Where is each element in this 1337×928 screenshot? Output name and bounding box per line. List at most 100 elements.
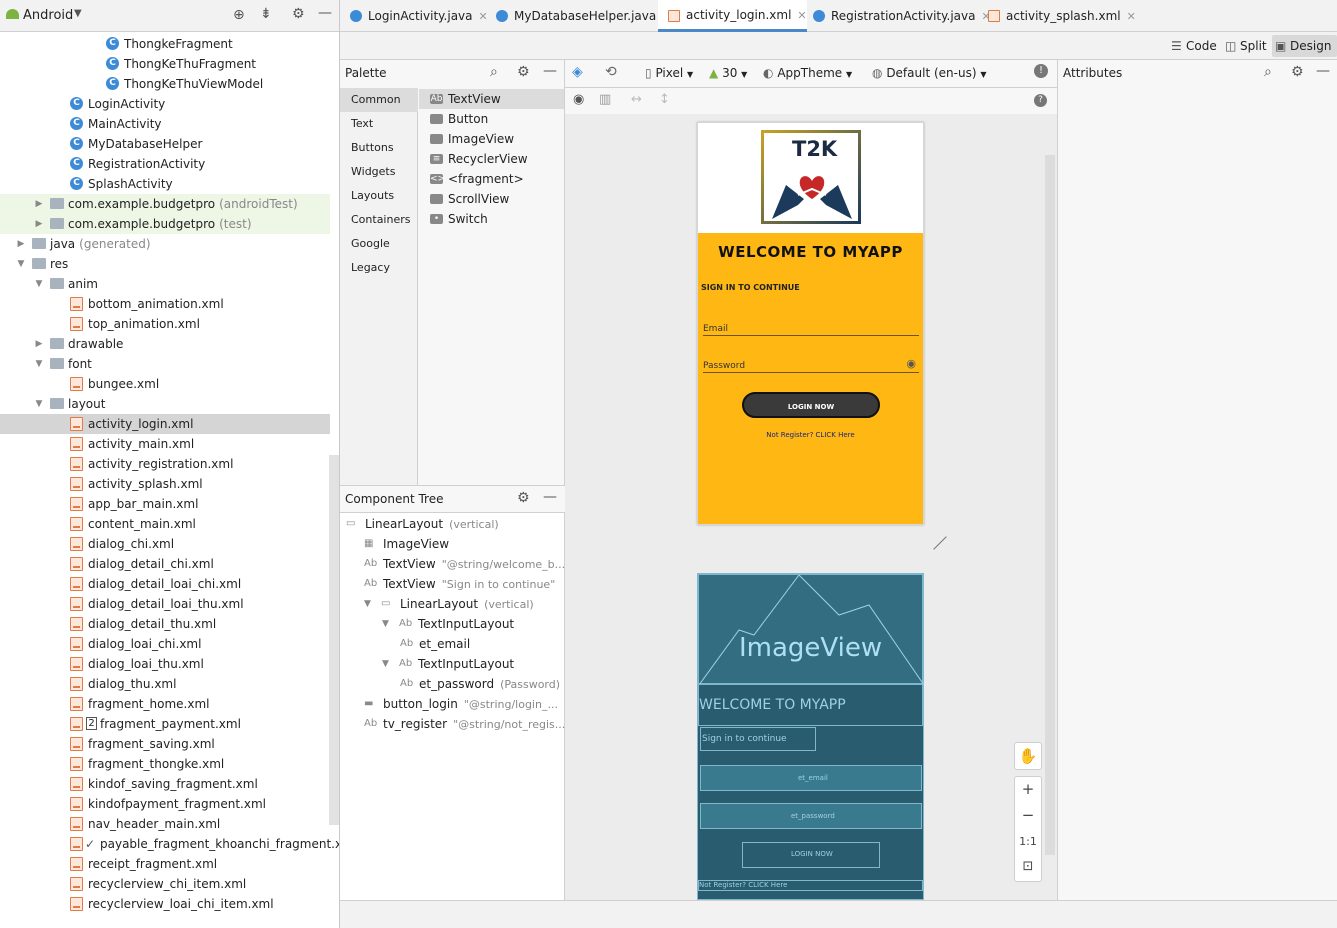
layers-icon[interactable]: ◈	[572, 64, 583, 80]
tree-item[interactable]: kindofpayment_fragment.xml	[0, 794, 330, 814]
email-field[interactable]: Email	[703, 320, 919, 336]
tree-item[interactable]: fragment_thongke.xml	[0, 754, 330, 774]
minimize-icon[interactable]: —	[318, 5, 332, 21]
tree-item[interactable]: bottom_animation.xml	[0, 294, 330, 314]
api-selector[interactable]: ▲ 30 ▼	[709, 66, 747, 80]
fit-screen-icon[interactable]: ⊡	[1015, 859, 1041, 874]
component-row[interactable]: Ab TextView "@string/welcome_b...	[364, 554, 565, 574]
zoom-out-button[interactable]: −	[1015, 806, 1041, 824]
tree-item[interactable]: activity_login.xml	[0, 414, 330, 434]
eye-icon[interactable]: ◉	[906, 357, 916, 370]
tab-3[interactable]: RegistrationActivity.java ✕	[803, 0, 991, 32]
tree-item[interactable]: ▼ layout	[0, 394, 330, 414]
palette-category[interactable]: Text	[340, 112, 418, 136]
tree-item[interactable]: dialog_detail_loai_chi.xml	[0, 574, 330, 594]
palette-item[interactable]: Ab TextView	[419, 89, 564, 109]
tree-item[interactable]: C LoginActivity	[0, 94, 330, 114]
device-selector[interactable]: ▯ Pixel ▼	[645, 66, 693, 80]
component-row[interactable]: ▦ ImageView	[364, 534, 449, 554]
chevron-icon[interactable]: ▶	[34, 214, 44, 234]
vertical-resize-icon[interactable]: ↕	[659, 92, 670, 107]
chevron-icon[interactable]: ▼	[382, 614, 389, 634]
locate-icon[interactable]: ⊕	[233, 7, 245, 23]
palette-category[interactable]: Common	[340, 88, 418, 112]
tree-item[interactable]: ▼ res	[0, 254, 330, 274]
tree-item[interactable]: ▶ drawable	[0, 334, 330, 354]
chevron-icon[interactable]: ▼	[382, 654, 389, 674]
help-icon[interactable]: ?	[1034, 94, 1047, 107]
warning-icon[interactable]: !	[1034, 64, 1048, 78]
tree-item[interactable]: ▼ font	[0, 354, 330, 374]
palette-item[interactable]: Button	[419, 109, 564, 129]
project-scrollbar[interactable]	[329, 455, 339, 825]
tree-item[interactable]: 2 fragment_payment.xml	[0, 714, 330, 734]
tree-item[interactable]: activity_main.xml	[0, 434, 330, 454]
zoom-in-button[interactable]: +	[1015, 780, 1041, 798]
palette-category[interactable]: Widgets	[340, 160, 418, 184]
locale-selector[interactable]: ◍ Default (en-us) ▼	[872, 66, 987, 80]
minimize-icon[interactable]: —	[543, 63, 557, 79]
tree-item[interactable]: fragment_saving.xml	[0, 734, 330, 754]
blueprint-preview[interactable]: ImageView WELCOME TO MYAPP Sign in to co…	[697, 573, 924, 900]
gear-icon[interactable]: ⚙	[1291, 64, 1304, 80]
tree-item[interactable]: C RegistrationActivity	[0, 154, 330, 174]
collapse-icon[interactable]: ⇟	[260, 6, 272, 22]
palette-category[interactable]: Google	[340, 232, 418, 256]
project-view-label[interactable]: Android	[23, 8, 73, 23]
tab-1[interactable]: MyDatabaseHelper.java✕	[486, 0, 671, 32]
gear-icon[interactable]: ⚙	[517, 490, 530, 506]
minimize-icon[interactable]: —	[1316, 63, 1330, 79]
palette-category[interactable]: Legacy	[340, 256, 418, 280]
tree-item[interactable]: fragment_home.xml	[0, 694, 330, 714]
tree-item[interactable]: C ThongKeThuViewModel	[0, 74, 330, 94]
code-mode-button[interactable]: ☰ Code	[1168, 35, 1223, 57]
tree-item[interactable]: C MainActivity	[0, 114, 330, 134]
gear-icon[interactable]: ⚙	[517, 64, 530, 80]
component-row[interactable]: Ab tv_register "@string/not_regis...	[364, 714, 565, 734]
palette-item[interactable]: • Switch	[419, 209, 564, 229]
tree-item[interactable]: C SplashActivity	[0, 174, 330, 194]
password-field[interactable]: Password ◉	[703, 357, 919, 373]
component-row[interactable]: ▭ LinearLayout (vertical)	[346, 514, 499, 534]
horizontal-resize-icon[interactable]: ↔	[631, 92, 642, 107]
theme-selector[interactable]: ◐ AppTheme ▼	[763, 66, 852, 80]
component-row[interactable]: ▼ Ab TextInputLayout	[382, 614, 514, 634]
chevron-icon[interactable]: ▶	[34, 334, 44, 354]
palette-category[interactable]: Buttons	[340, 136, 418, 160]
tree-item[interactable]: activity_splash.xml	[0, 474, 330, 494]
tree-item[interactable]: content_main.xml	[0, 514, 330, 534]
tree-item[interactable]: C MyDatabaseHelper	[0, 134, 330, 154]
tree-item[interactable]: dialog_detail_chi.xml	[0, 554, 330, 574]
palette-item[interactable]: ScrollView	[419, 189, 564, 209]
split-mode-button[interactable]: ◫ Split	[1222, 35, 1273, 57]
tree-item[interactable]: C ThongKeThuFragment	[0, 54, 330, 74]
design-preview[interactable]: T2K WELCOME TO MYAPP SIGN IN TO CONTINUE…	[697, 122, 924, 525]
component-row[interactable]: Ab et_email	[400, 634, 470, 654]
tree-item[interactable]: ▶ com.example.budgetpro (androidTest)	[0, 194, 330, 214]
tree-item[interactable]: top_animation.xml	[0, 314, 330, 334]
tree-item[interactable]: dialog_thu.xml	[0, 674, 330, 694]
tree-item[interactable]: dialog_loai_chi.xml	[0, 634, 330, 654]
chevron-icon[interactable]: ▼	[34, 354, 44, 374]
component-row[interactable]: Ab et_password (Password)	[400, 674, 560, 694]
register-link[interactable]: Not Register? CLICK Here	[698, 431, 923, 439]
component-row[interactable]: ▬ button_login "@string/login_...	[364, 694, 558, 714]
tree-item[interactable]: recyclerview_chi_item.xml	[0, 874, 330, 894]
tree-item[interactable]: ▼ anim	[0, 274, 330, 294]
palette-item[interactable]: ≡ RecyclerView	[419, 149, 564, 169]
tree-item[interactable]: kindof_saving_fragment.xml	[0, 774, 330, 794]
tree-item[interactable]: ▶ com.example.budgetpro (test)	[0, 214, 330, 234]
minimize-icon[interactable]: —	[543, 489, 557, 505]
orientation-icon[interactable]: ⟲	[605, 64, 617, 80]
chevron-icon[interactable]: ▼	[16, 254, 26, 274]
tree-item[interactable]: activity_registration.xml	[0, 454, 330, 474]
component-row[interactable]: ▼ ▭ LinearLayout (vertical)	[364, 594, 534, 614]
design-mode-button[interactable]: ▣ Design	[1272, 35, 1337, 57]
tree-item[interactable]: receipt_fragment.xml	[0, 854, 330, 874]
search-icon[interactable]: ⌕	[490, 64, 498, 80]
eye-icon[interactable]: ◉	[573, 92, 584, 107]
chevron-icon[interactable]: ▼	[364, 594, 371, 614]
tree-item[interactable]: dialog_detail_thu.xml	[0, 614, 330, 634]
chevron-down-icon[interactable]: ▼	[74, 8, 82, 19]
tab-0[interactable]: LoginActivity.java ✕	[340, 0, 488, 32]
